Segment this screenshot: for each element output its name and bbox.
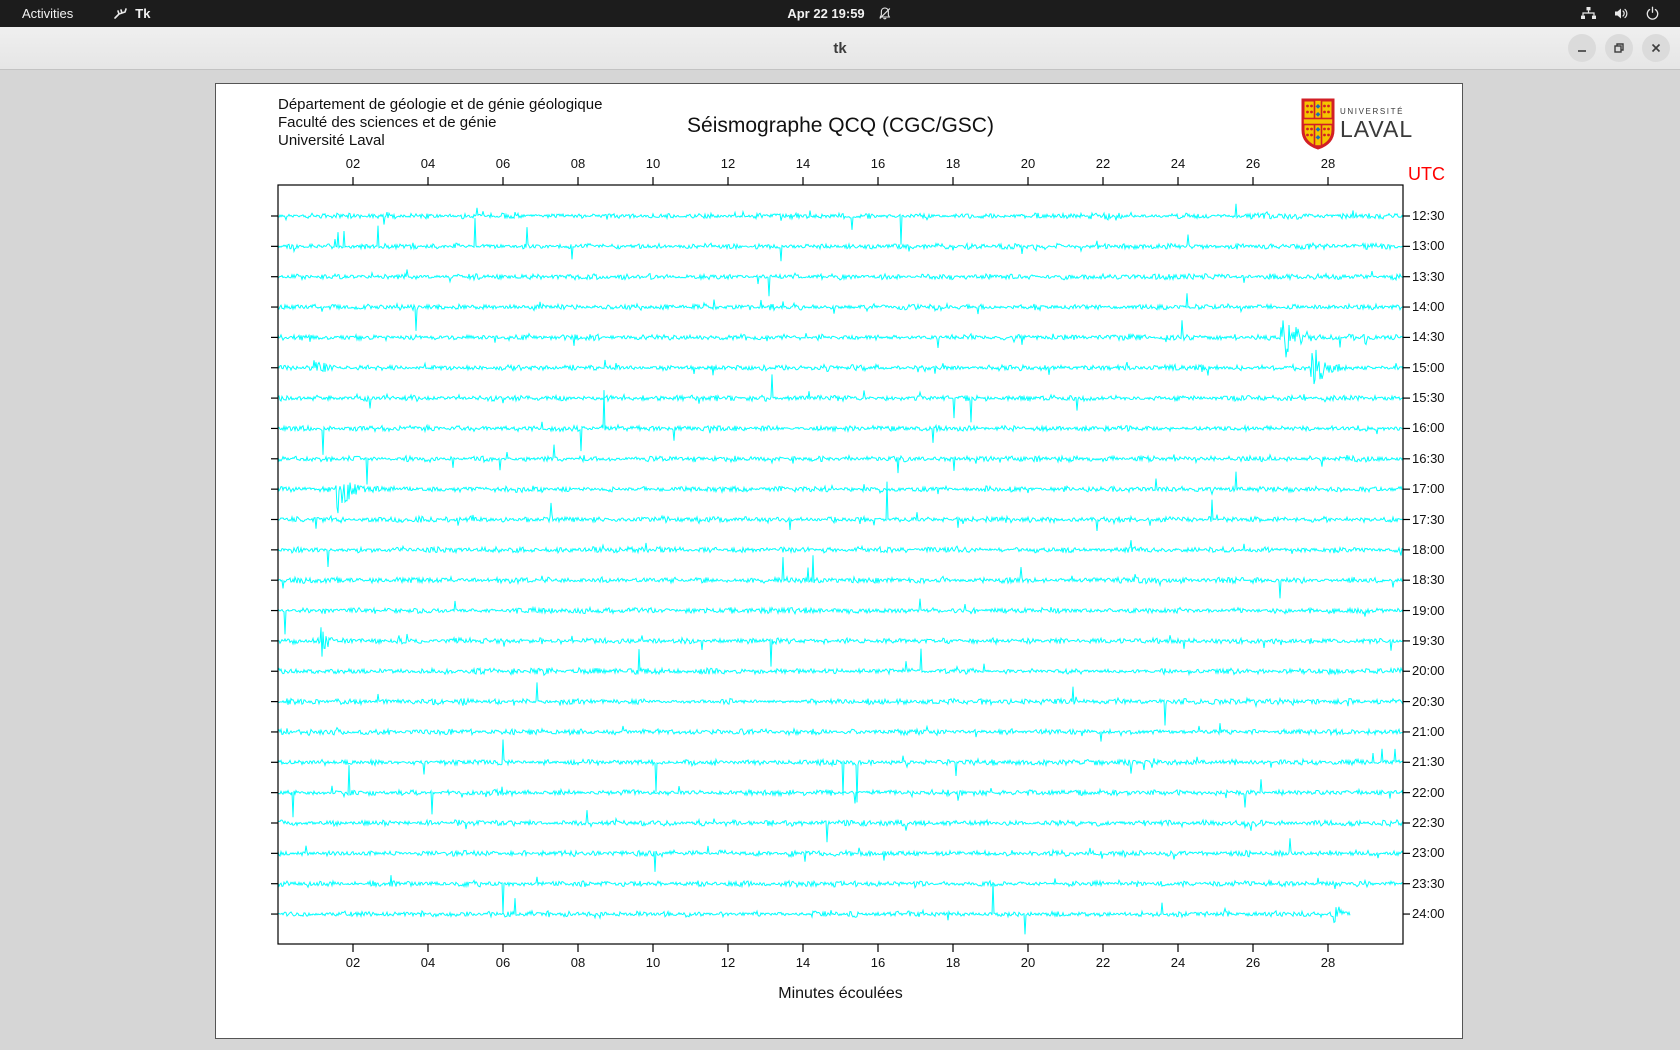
x-tick-label-top: 04 (420, 156, 436, 171)
seismogram-trace-15:00 (278, 349, 1403, 385)
x-tick-label-top: 16 (870, 156, 886, 171)
utc-row-label: 19:00 (1412, 602, 1445, 618)
seismogram-trace-16:00 (278, 390, 1403, 455)
utc-row-label: 18:00 (1412, 541, 1445, 557)
x-tick-label-top: 22 (1095, 156, 1111, 171)
utc-row-label: 24:00 (1412, 906, 1445, 922)
window-content: Département de géologie et de génie géol… (0, 71, 1680, 1050)
utc-row-label: 16:30 (1412, 450, 1445, 466)
x-tick-label-top: 24 (1170, 156, 1186, 171)
window-title: tk (833, 39, 847, 57)
utc-row-label: 13:00 (1412, 238, 1445, 254)
seismogram-trace-16:30 (278, 444, 1403, 485)
utc-row-label: 12:30 (1412, 208, 1445, 223)
utc-row-label: 18:30 (1412, 572, 1445, 588)
seismogram-trace-12:30 (278, 203, 1403, 245)
seismograph-plot (271, 177, 1410, 952)
volume-icon (1613, 6, 1629, 21)
seismogram-trace-15:30 (278, 374, 1403, 423)
clock-text: Apr 22 19:59 (787, 6, 865, 21)
x-tick-label-top: 26 (1245, 156, 1261, 171)
seismogram-trace-14:00 (278, 293, 1403, 331)
x-tick-label-bottom: 16 (870, 955, 886, 970)
network-wired-icon (1580, 6, 1597, 21)
window-titlebar[interactable]: tk (0, 27, 1680, 70)
utc-row-label: 19:30 (1412, 632, 1445, 648)
x-tick-label-bottom: 02 (345, 955, 361, 970)
seismogram-trace-14:30 (278, 320, 1403, 358)
utc-row-label: 16:00 (1412, 420, 1445, 436)
seismograph-canvas: Département de géologie et de génie géol… (215, 83, 1463, 1039)
x-tick-label-top: 14 (795, 156, 811, 171)
close-button[interactable] (1642, 34, 1670, 62)
power-icon (1645, 6, 1660, 21)
close-icon (1651, 43, 1661, 53)
utc-row-label: 14:00 (1412, 299, 1445, 315)
x-tick-label-bottom: 04 (420, 955, 436, 970)
x-tick-label-top: 06 (495, 156, 511, 171)
utc-row-label: 22:00 (1412, 784, 1445, 800)
utc-row-label: 20:00 (1412, 663, 1445, 679)
focused-app-name: Tk (135, 6, 151, 21)
x-tick-label-bottom: 22 (1095, 955, 1111, 970)
notifications-disabled-icon (878, 6, 893, 21)
seismogram-trace-24:00 (278, 881, 1351, 935)
x-tick-label-bottom: 20 (1020, 955, 1036, 970)
seismogram-trace-19:00 (278, 598, 1403, 635)
seismogram-trace-19:30 (278, 627, 1403, 667)
x-tick-label-top: 02 (345, 156, 361, 171)
seismogram-trace-13:30 (278, 269, 1403, 297)
x-tick-label-bottom: 10 (645, 955, 661, 970)
utc-row-label: 20:30 (1412, 693, 1445, 709)
utc-row-label: 15:00 (1412, 359, 1445, 375)
seismogram-trace-20:00 (278, 648, 1403, 677)
tk-app-icon (113, 6, 128, 21)
seismogram-trace-22:00 (278, 765, 1403, 818)
x-tick-label-top: 08 (570, 156, 586, 171)
x-tick-label-bottom: 18 (945, 955, 961, 970)
utc-row-label: 17:30 (1412, 511, 1445, 527)
x-tick-label-bottom: 06 (495, 955, 511, 970)
utc-row-label: 13:30 (1412, 268, 1445, 284)
x-tick-label-bottom: 12 (720, 955, 736, 970)
x-tick-label-bottom: 08 (570, 955, 586, 970)
activities-button[interactable]: Activities (16, 4, 79, 23)
minimize-button[interactable] (1568, 34, 1596, 62)
seismogram-trace-21:00 (278, 723, 1403, 742)
x-axis-label: Minutes écoulées (778, 985, 903, 1002)
utc-row-label: 23:30 (1412, 875, 1445, 891)
clock-menu[interactable]: Apr 22 19:59 (787, 6, 892, 21)
utc-row-label: 21:30 (1412, 754, 1445, 770)
x-tick-label-top: 10 (645, 156, 661, 171)
x-tick-label-top: 20 (1020, 156, 1036, 171)
x-tick-label-bottom: 28 (1320, 955, 1336, 970)
seismogram-trace-18:00 (278, 540, 1403, 568)
restore-button[interactable] (1605, 34, 1633, 62)
utc-row-label: 22:30 (1412, 815, 1445, 830)
seismogram-trace-17:00 (278, 471, 1403, 514)
restore-icon (1614, 43, 1624, 53)
utc-row-label: 23:00 (1412, 845, 1445, 861)
seismogram-trace-18:30 (278, 555, 1403, 599)
utc-row-label: 21:00 (1412, 723, 1445, 739)
x-tick-label-bottom: 24 (1170, 955, 1186, 970)
utc-row-label: 15:30 (1412, 390, 1445, 406)
minimize-icon (1578, 50, 1586, 52)
seismogram-trace-13:00 (278, 218, 1403, 262)
seismogram-trace-20:30 (278, 682, 1403, 726)
seismogram-trace-22:30 (278, 810, 1403, 843)
utc-row-label: 14:30 (1412, 329, 1445, 345)
system-status-area[interactable] (1580, 6, 1680, 21)
seismogram-trace-23:30 (278, 875, 1403, 914)
x-tick-label-top: 18 (945, 156, 961, 171)
x-tick-label-top: 12 (720, 156, 736, 171)
focused-app-menu[interactable]: Tk (113, 6, 150, 21)
x-tick-label-bottom: 26 (1245, 955, 1261, 970)
x-tick-label-top: 28 (1320, 156, 1336, 171)
gnome-top-bar: Activities Tk Apr 22 19:59 (0, 0, 1680, 27)
seismogram-trace-23:00 (278, 838, 1403, 872)
utc-row-label: 17:00 (1412, 481, 1445, 497)
x-tick-label-bottom: 14 (795, 955, 811, 970)
